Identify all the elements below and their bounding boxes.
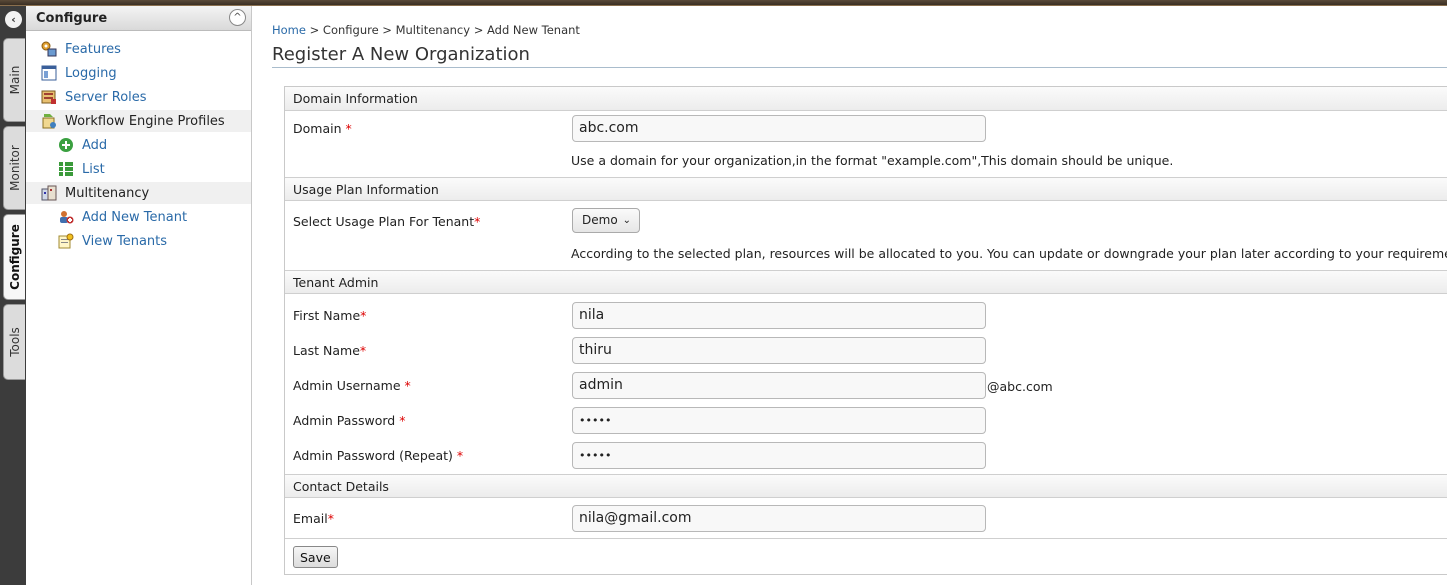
- sidebar-item-label: List: [82, 161, 105, 177]
- tenant-admin-rows: First Name* nila Last Name* thiru Admin …: [285, 294, 1447, 474]
- email-label-text: Email: [293, 511, 328, 526]
- sidebar-item-workflow-engine-profiles[interactable]: Workflow Engine Profiles: [26, 110, 251, 132]
- admin-password-repeat-input[interactable]: •••••: [572, 442, 986, 469]
- tab-main-label: Main: [7, 65, 22, 95]
- first-name-input[interactable]: nila: [572, 302, 986, 329]
- admin-password-input[interactable]: •••••: [572, 407, 986, 434]
- section-domain-information: Domain Information: [285, 87, 1447, 111]
- sidebar-item-server-roles[interactable]: Server Roles: [41, 86, 147, 108]
- required-mark: *: [360, 308, 367, 323]
- tab-configure[interactable]: Configure: [3, 214, 25, 300]
- domain-row: Domain * abc.com Use a domain for your o…: [285, 111, 1447, 177]
- register-tenant-form: Domain Information Domain * abc.com Use …: [284, 86, 1447, 575]
- breadcrumb-path: > Configure > Multitenancy > Add New Ten…: [305, 23, 580, 37]
- add-icon: [58, 137, 74, 153]
- workflow-icon: [41, 113, 57, 129]
- chevron-down-icon: ⌄: [622, 215, 631, 226]
- logging-icon: [41, 65, 57, 81]
- section-usage-plan: Usage Plan Information: [285, 177, 1447, 201]
- domain-input[interactable]: abc.com: [572, 115, 986, 142]
- sidebar-item-label: Server Roles: [65, 89, 147, 105]
- sidebar-item-label: Multitenancy: [65, 185, 150, 201]
- sidebar-item-label: Workflow Engine Profiles: [65, 113, 225, 129]
- sidebar-item-label: Add New Tenant: [82, 209, 188, 225]
- first-name-label-text: First Name: [293, 308, 361, 323]
- tab-main[interactable]: Main: [3, 38, 25, 122]
- add-tenant-icon: [58, 209, 74, 225]
- email-label: Email*: [293, 511, 334, 526]
- section-tenant-admin: Tenant Admin: [285, 270, 1447, 294]
- save-button[interactable]: Save: [293, 546, 338, 568]
- last-name-label: Last Name*: [293, 343, 366, 358]
- sidebar-item-multitenancy[interactable]: Multitenancy: [26, 182, 251, 204]
- tab-tools[interactable]: Tools: [3, 304, 25, 380]
- title-divider: [272, 67, 1447, 68]
- admin-username-label: Admin Username *: [293, 378, 411, 393]
- admin-username-input[interactable]: admin: [572, 372, 986, 399]
- usage-plan-select[interactable]: Demo ⌄: [572, 208, 640, 233]
- required-mark: *: [456, 448, 464, 463]
- required-mark: *: [399, 413, 406, 428]
- sidebar-item-add[interactable]: Add: [58, 134, 107, 156]
- required-mark: *: [474, 214, 481, 229]
- sidebar: Configure ^ Features Logging Server Role…: [26, 6, 252, 585]
- sidebar-item-logging[interactable]: Logging: [41, 62, 117, 84]
- sidebar-item-features[interactable]: Features: [41, 38, 121, 60]
- required-mark: *: [404, 378, 411, 393]
- admin-password-repeat-label-text: Admin Password (Repeat): [293, 448, 453, 463]
- last-name-label-text: Last Name: [293, 343, 360, 358]
- sidebar-item-label: Features: [65, 41, 121, 57]
- admin-password-repeat-label: Admin Password (Repeat) *: [293, 448, 463, 463]
- email-input[interactable]: nila@gmail.com: [572, 505, 986, 532]
- sidebar-item-label: Add: [82, 137, 108, 153]
- vertical-tab-strip: ‹ Main Monitor Configure Tools: [0, 6, 26, 585]
- button-row: Save: [285, 538, 1447, 574]
- page-title: Register A New Organization: [272, 44, 530, 65]
- sidebar-item-label: View Tenants: [82, 233, 168, 249]
- sidebar-item-label: Logging: [65, 65, 117, 81]
- sidebar-header: Configure ^: [26, 6, 251, 31]
- usage-plan-selected: Demo: [582, 213, 618, 227]
- required-mark: *: [327, 511, 334, 526]
- admin-username-label-text: Admin Username: [293, 378, 401, 393]
- admin-password-label: Admin Password *: [293, 413, 405, 428]
- sidebar-title: Configure: [36, 11, 108, 26]
- email-row: Email* nila@gmail.com: [285, 498, 1447, 538]
- list-icon: [58, 161, 74, 177]
- usage-plan-hint: According to the selected plan, resource…: [571, 246, 1447, 261]
- server-roles-icon: [41, 89, 57, 105]
- usage-plan-row: Select Usage Plan For Tenant* Demo ⌄ Acc…: [285, 201, 1447, 270]
- domain-hint: Use a domain for your organization,in th…: [571, 153, 1174, 168]
- last-name-input[interactable]: thiru: [572, 337, 986, 364]
- breadcrumb: Home > Configure > Multitenancy > Add Ne…: [272, 23, 580, 37]
- domain-label: Domain *: [293, 121, 352, 136]
- required-mark: *: [345, 121, 352, 136]
- section-contact-details: Contact Details: [285, 474, 1447, 498]
- breadcrumb-home-link[interactable]: Home: [272, 23, 306, 37]
- sidebar-item-view-tenants[interactable]: View Tenants: [58, 230, 167, 252]
- multitenancy-icon: [41, 185, 57, 201]
- usage-plan-label: Select Usage Plan For Tenant*: [293, 214, 480, 229]
- tab-configure-label: Configure: [7, 224, 22, 290]
- tab-monitor-label: Monitor: [7, 145, 22, 191]
- username-domain-suffix: @abc.com: [987, 379, 1053, 394]
- collapse-up-icon[interactable]: ^: [229, 9, 246, 26]
- collapse-menu-icon[interactable]: ‹: [5, 11, 22, 28]
- view-tenants-icon: [58, 233, 74, 249]
- tab-tools-label: Tools: [7, 327, 22, 357]
- usage-plan-label-text: Select Usage Plan For Tenant: [293, 214, 475, 229]
- tab-monitor[interactable]: Monitor: [3, 126, 25, 210]
- sidebar-item-add-new-tenant[interactable]: Add New Tenant: [58, 206, 187, 228]
- required-mark: *: [359, 343, 367, 358]
- features-icon: [41, 41, 57, 57]
- admin-password-label-text: Admin Password: [293, 413, 396, 428]
- domain-label-text: Domain: [293, 121, 342, 136]
- sidebar-item-list[interactable]: List: [58, 158, 105, 180]
- first-name-label: First Name*: [293, 308, 366, 323]
